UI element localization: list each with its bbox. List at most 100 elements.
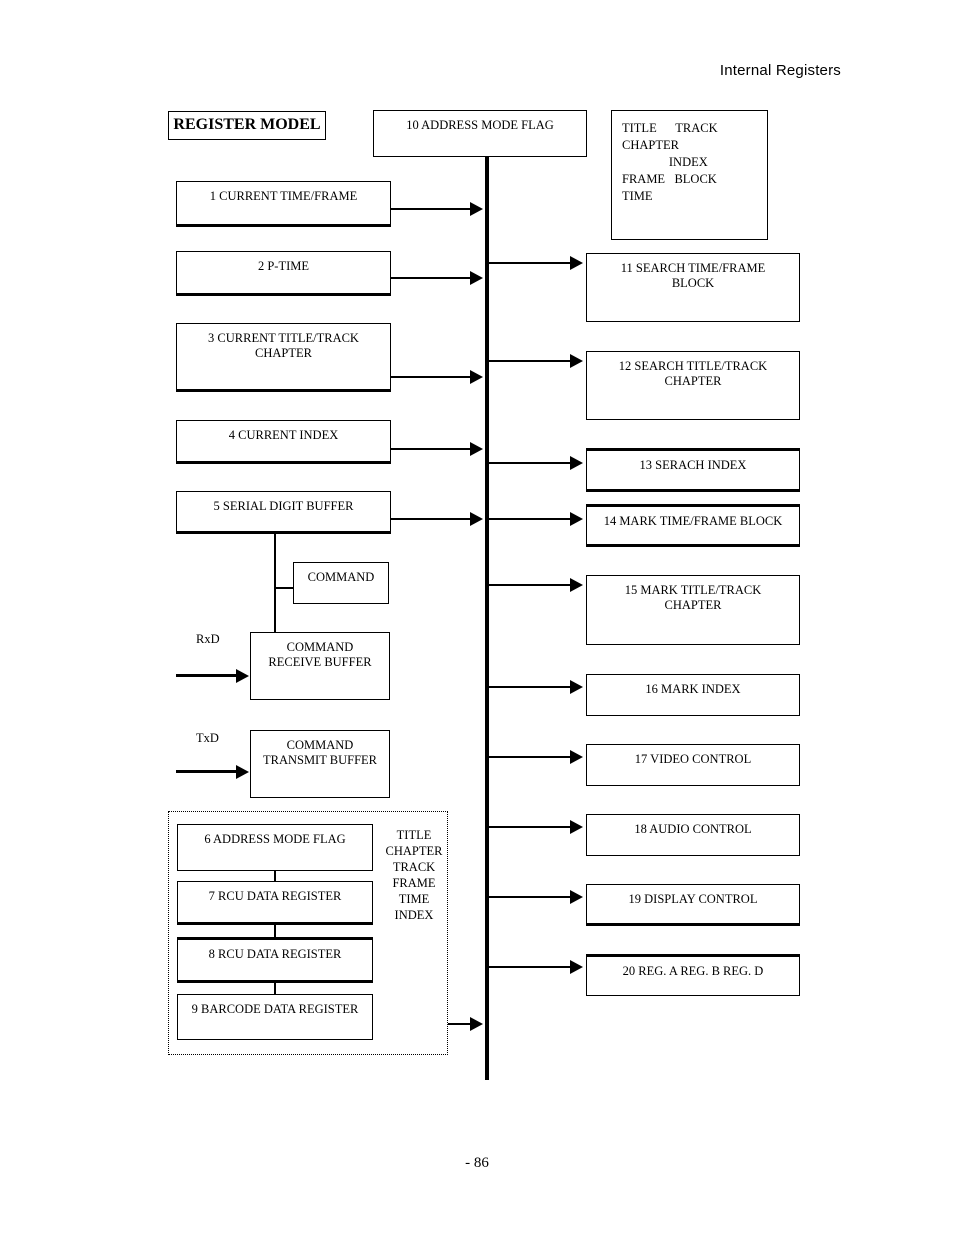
side-label-frame: FRAME — [392, 876, 436, 890]
legend-line-2: CHAPTER — [622, 138, 679, 152]
arrowhead-bus-to-box18 — [570, 820, 583, 834]
arrowhead-bus-to-box17 — [570, 750, 583, 764]
register-box-2-label: 2 P-TIME — [257, 259, 310, 273]
register-box-2-p-time: 2 P-TIME — [176, 251, 391, 296]
connector-bus-to-box15 — [489, 584, 571, 586]
connector-box5-to-bus — [391, 518, 473, 520]
command-transmit-buffer-box: COMMAND TRANSMIT BUFFER — [250, 730, 390, 798]
register-box-9-label: 9 BARCODE DATA REGISTER — [191, 1002, 359, 1016]
arrowhead-bus-to-box19 — [570, 890, 583, 904]
address-bus-line — [485, 156, 489, 1080]
register-box-10-label: 10 ADDRESS MODE FLAG — [406, 118, 554, 132]
connector-box6-to-box7 — [274, 871, 276, 881]
connector-box2-to-bus — [391, 277, 473, 279]
connector-bus-to-box12 — [489, 360, 571, 362]
address-units-legend: TITLE TRACK CHAPTER INDEX FRAME BLOCK TI… — [611, 110, 768, 240]
register-box-6-label: 6 ADDRESS MODE FLAG — [204, 832, 346, 846]
register-box-11-label: 11 SEARCH TIME/FRAME BLOCK — [620, 261, 766, 290]
connector-box3-to-bus — [391, 376, 473, 378]
register-box-1-label: 1 CURRENT TIME/FRAME — [209, 189, 358, 203]
arrowhead-bus-to-box16 — [570, 680, 583, 694]
register-box-19-display-control: 19 DISPLAY CONTROL — [586, 884, 800, 926]
rcu-group-side-labels: TITLE CHAPTER TRACK FRAME TIME INDEX — [383, 827, 445, 923]
side-label-chapter: CHAPTER — [385, 844, 443, 858]
register-box-3-current-title-track: 3 CURRENT TITLE/TRACK CHAPTER — [176, 323, 391, 392]
connector-bus-to-box20 — [489, 966, 571, 968]
register-box-14-mark-time-frame-block: 14 MARK TIME/FRAME BLOCK — [586, 504, 800, 547]
register-box-4-current-index: 4 CURRENT INDEX — [176, 420, 391, 464]
page-number: - 86 — [465, 1155, 489, 1171]
connector-box5-down-to-receive-buffer — [274, 534, 276, 634]
connector-box4-to-bus — [391, 448, 473, 450]
arrowhead-rcu-group-to-bus — [470, 1017, 483, 1031]
side-label-track: TRACK — [392, 860, 436, 874]
command-box-label: COMMAND — [307, 570, 375, 584]
command-receive-buffer-label: COMMAND RECEIVE BUFFER — [268, 640, 372, 669]
command-transmit-buffer-label: COMMAND TRANSMIT BUFFER — [262, 738, 378, 767]
txd-label: TxD — [196, 731, 219, 745]
register-box-7-rcu-data-register: 7 RCU DATA REGISTER — [177, 881, 373, 925]
arrowhead-box2-to-bus — [470, 271, 483, 285]
arrowhead-bus-to-box14 — [570, 512, 583, 526]
register-box-14-label: 14 MARK TIME/FRAME BLOCK — [603, 514, 783, 528]
legend-line-5: TIME — [622, 189, 653, 203]
register-box-15-mark-title-track: 15 MARK TITLE/TRACK CHAPTER — [586, 575, 800, 645]
register-box-16-label: 16 MARK INDEX — [645, 682, 741, 696]
arrowhead-box3-to-bus — [470, 370, 483, 384]
register-box-19-label: 19 DISPLAY CONTROL — [628, 892, 758, 906]
connector-txd-input — [176, 770, 238, 773]
page-header: Internal Registers — [719, 62, 841, 79]
register-box-1-current-time-frame: 1 CURRENT TIME/FRAME — [176, 181, 391, 227]
register-box-4-label: 4 CURRENT INDEX — [228, 428, 339, 442]
register-box-20-label: 20 REG. A REG. B REG. D — [622, 964, 764, 978]
connector-box1-to-bus — [391, 208, 473, 210]
connector-bus-to-box17 — [489, 756, 571, 758]
register-box-5-serial-digit-buffer: 5 SERIAL DIGIT BUFFER — [176, 491, 391, 534]
connector-box7-to-box8 — [274, 925, 276, 937]
connector-box8-to-box9 — [274, 983, 276, 994]
legend-line-1: TITLE TRACK — [622, 121, 718, 135]
side-label-time: TIME — [398, 892, 430, 906]
register-box-13-serach-index: 13 SERACH INDEX — [586, 448, 800, 492]
register-box-17-video-control: 17 VIDEO CONTROL — [586, 744, 800, 786]
connector-bus-to-box13 — [489, 462, 571, 464]
command-receive-buffer-box: COMMAND RECEIVE BUFFER — [250, 632, 390, 700]
register-box-18-audio-control: 18 AUDIO CONTROL — [586, 814, 800, 856]
register-box-18-label: 18 AUDIO CONTROL — [634, 822, 752, 836]
register-box-13-label: 13 SERACH INDEX — [639, 458, 747, 472]
register-box-20-reg-a-b-d: 20 REG. A REG. B REG. D — [586, 954, 800, 996]
register-box-5-label: 5 SERIAL DIGIT BUFFER — [213, 499, 354, 513]
arrowhead-box4-to-bus — [470, 442, 483, 456]
register-box-6-address-mode-flag: 6 ADDRESS MODE FLAG — [177, 824, 373, 871]
arrowhead-box1-to-bus — [470, 202, 483, 216]
diagram-page: Internal Registers - 86 REGISTER MODEL 1… — [0, 0, 954, 1235]
register-box-3-label: 3 CURRENT TITLE/TRACK CHAPTER — [208, 331, 359, 360]
register-box-11-search-time-frame: 11 SEARCH TIME/FRAME BLOCK — [586, 253, 800, 322]
register-box-15-label: 15 MARK TITLE/TRACK CHAPTER — [624, 583, 762, 612]
command-box: COMMAND — [293, 562, 389, 604]
register-box-9-barcode-data-register: 9 BARCODE DATA REGISTER — [177, 994, 373, 1040]
register-box-10-address-mode-flag: 10 ADDRESS MODE FLAG — [373, 110, 587, 157]
arrowhead-rxd-input — [236, 669, 249, 683]
connector-rxd-input — [176, 674, 238, 677]
register-box-7-label: 7 RCU DATA REGISTER — [208, 889, 342, 903]
connector-bus-to-box11 — [489, 262, 571, 264]
register-box-17-label: 17 VIDEO CONTROL — [634, 752, 752, 766]
register-box-8-rcu-data-register: 8 RCU DATA REGISTER — [177, 937, 373, 983]
connector-bus-to-box14 — [489, 518, 571, 520]
arrowhead-txd-input — [236, 765, 249, 779]
connector-bus-to-box18 — [489, 826, 571, 828]
side-label-index: INDEX — [394, 908, 434, 922]
arrowhead-bus-to-box12 — [570, 354, 583, 368]
side-label-title: TITLE — [396, 828, 432, 842]
register-box-12-label: 12 SEARCH TITLE/TRACK CHAPTER — [618, 359, 768, 388]
register-model-title: REGISTER MODEL — [168, 111, 326, 140]
legend-line-4: FRAME BLOCK — [622, 172, 717, 186]
register-box-8-label: 8 RCU DATA REGISTER — [208, 947, 342, 961]
register-box-16-mark-index: 16 MARK INDEX — [586, 674, 800, 716]
connector-bus-to-box19 — [489, 896, 571, 898]
rxd-label: RxD — [196, 632, 220, 646]
arrowhead-bus-to-box20 — [570, 960, 583, 974]
arrowhead-box5-to-bus — [470, 512, 483, 526]
legend-line-3: INDEX — [622, 155, 708, 169]
